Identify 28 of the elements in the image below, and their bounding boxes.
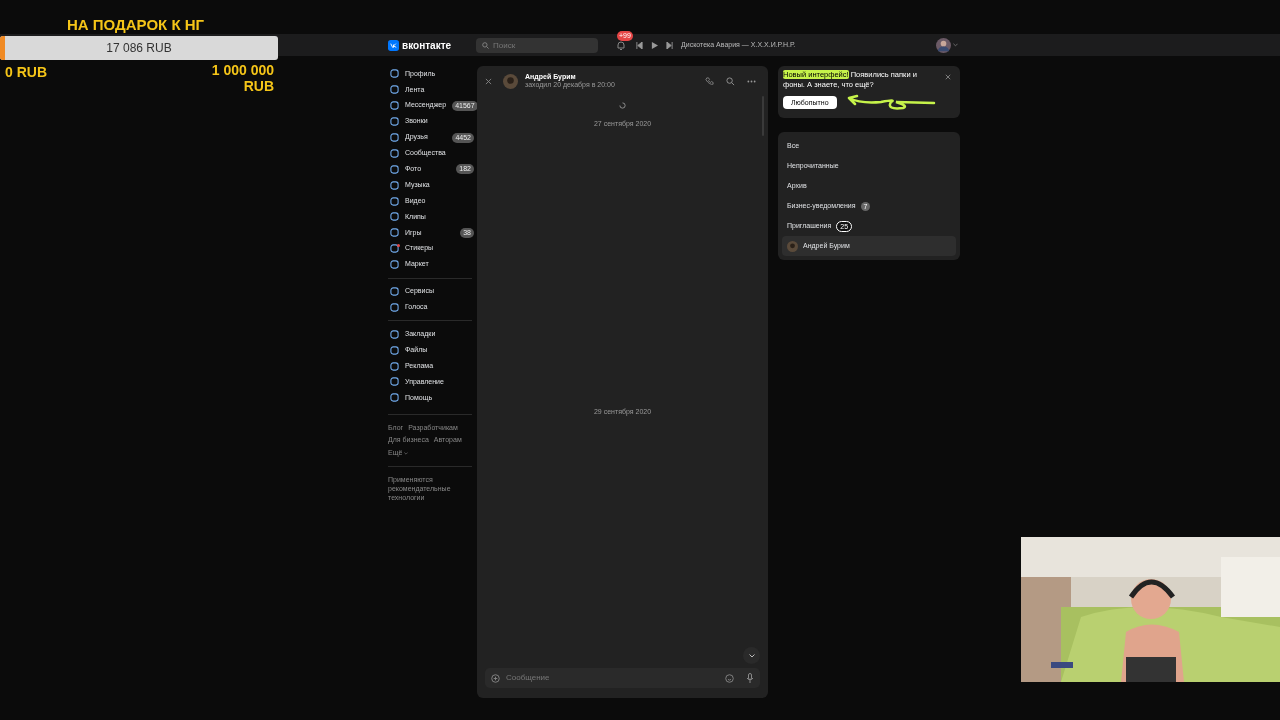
message-bar[interactable]: Сообщение xyxy=(485,668,760,688)
search-icon xyxy=(482,41,489,49)
next-icon[interactable] xyxy=(666,41,673,49)
play-icon[interactable] xyxy=(651,41,658,49)
previous-icon[interactable] xyxy=(636,41,643,49)
add-icon[interactable] xyxy=(491,673,500,683)
caret-icon[interactable] xyxy=(404,451,409,455)
logo-icon xyxy=(388,39,399,51)
logo-text: вконтакте xyxy=(402,38,452,53)
loading-spinner-icon xyxy=(619,102,626,109)
avatar-icon[interactable] xyxy=(936,37,951,53)
search-field[interactable]: Поиск xyxy=(476,37,598,53)
avatar-icon xyxy=(787,240,798,252)
goal-title: НА ПОДАРОК К НГ xyxy=(67,15,205,35)
microphone-icon[interactable] xyxy=(746,673,754,683)
caret-icon[interactable] xyxy=(953,43,958,47)
message-input[interactable]: Сообщение xyxy=(506,672,719,684)
emoji-icon[interactable] xyxy=(725,673,734,683)
search-icon[interactable] xyxy=(726,76,735,86)
goal-min: 0 RUB xyxy=(5,63,47,82)
bell-icon[interactable] xyxy=(616,41,626,51)
phone-icon[interactable] xyxy=(705,76,714,86)
goal-amount: 17 086 RUB xyxy=(105,40,173,57)
close-icon[interactable] xyxy=(485,77,492,85)
goal-max: 1 000 000 RUB xyxy=(210,62,274,94)
chevron-down-icon xyxy=(748,653,755,658)
close-icon[interactable] xyxy=(945,74,951,80)
more-icon[interactable] xyxy=(747,79,756,83)
